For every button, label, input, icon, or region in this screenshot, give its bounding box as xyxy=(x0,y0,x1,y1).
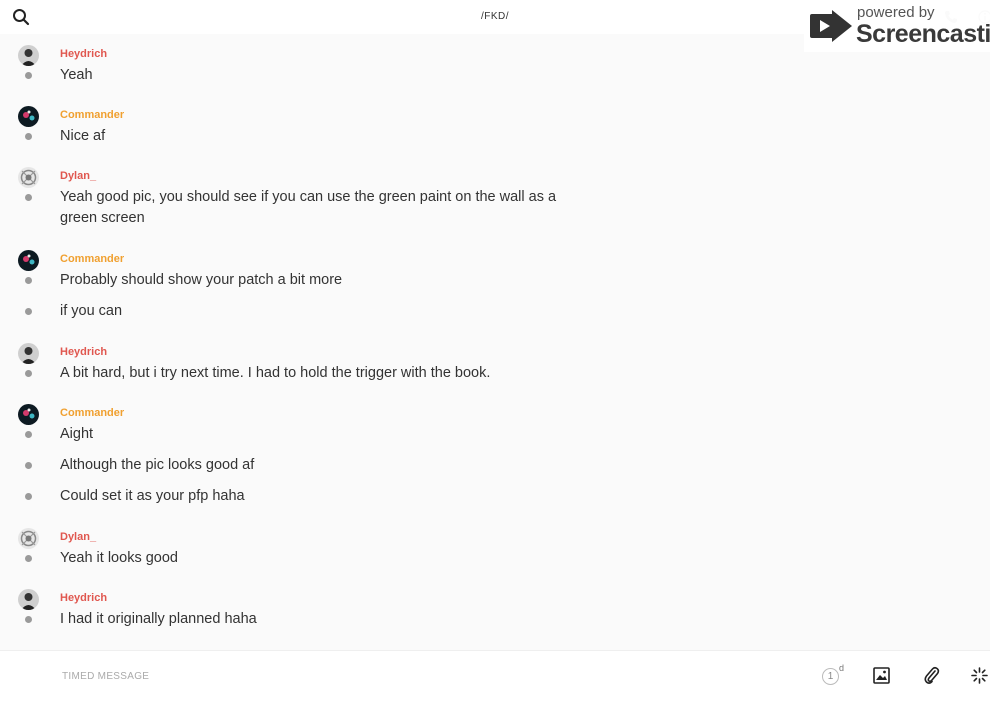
sparkle-icon[interactable] xyxy=(971,667,988,684)
avatar-heydrich[interactable] xyxy=(18,589,39,610)
message-author[interactable]: Commander xyxy=(60,109,124,121)
image-icon[interactable] xyxy=(873,667,890,684)
message-bullet xyxy=(25,277,32,284)
paperclip-icon[interactable] xyxy=(923,666,940,685)
avatar-commander[interactable] xyxy=(18,404,39,425)
avatar-heydrich[interactable] xyxy=(18,343,39,364)
avatar-dylan[interactable] xyxy=(18,528,39,549)
message-text: Probably should show your patch a bit mo… xyxy=(60,272,343,288)
message-bullet xyxy=(25,133,32,140)
message-text: Yeah it looks good xyxy=(60,550,178,566)
message-bullet xyxy=(25,194,32,201)
message-author[interactable]: Heydrich xyxy=(60,592,107,604)
timer-value: 1 xyxy=(822,668,839,685)
message-text: Yeah xyxy=(60,67,93,83)
avatar-heydrich[interactable] xyxy=(18,45,39,66)
message-author[interactable]: Dylan_ xyxy=(60,531,96,543)
message-bullet xyxy=(25,555,32,562)
message-text: Nice af xyxy=(60,128,106,144)
message-author[interactable]: Commander xyxy=(60,407,124,419)
message-bullet xyxy=(25,72,32,79)
message-text: Yeah good pic, you should see if you can… xyxy=(60,189,557,226)
message-bullet xyxy=(25,308,32,315)
timer-unit: d xyxy=(839,663,845,673)
timer-button[interactable]: 1 d xyxy=(822,663,845,686)
message-text: Aight xyxy=(60,426,94,442)
message-bullet xyxy=(25,493,32,500)
message-text: Although the pic looks good af xyxy=(60,457,255,473)
message-text: I had it originally planned haha xyxy=(60,611,257,627)
message-text: Could set it as your pfp haha xyxy=(60,488,245,504)
message-bullet xyxy=(25,370,32,377)
avatar-commander[interactable] xyxy=(18,106,39,127)
avatar-dylan[interactable] xyxy=(18,167,39,188)
message-bullet xyxy=(25,462,32,469)
message-bullet xyxy=(25,431,32,438)
message-author[interactable]: Heydrich xyxy=(60,48,107,60)
message-author[interactable]: Commander xyxy=(60,253,124,265)
watermark-powered-text: powered by xyxy=(857,4,935,21)
message-input[interactable] xyxy=(60,663,764,689)
message-list: Heydrich Yeah Commander Nice af Dylan_ Y… xyxy=(0,34,990,650)
message-bullet xyxy=(25,616,32,623)
composer-bar: 1 d xyxy=(0,650,990,701)
message-author[interactable]: Dylan_ xyxy=(60,170,96,182)
message-author[interactable]: Heydrich xyxy=(60,346,107,358)
message-text: if you can xyxy=(60,303,123,319)
avatar-commander[interactable] xyxy=(18,250,39,271)
message-text: A bit hard, but i try next time. I had t… xyxy=(60,365,491,381)
